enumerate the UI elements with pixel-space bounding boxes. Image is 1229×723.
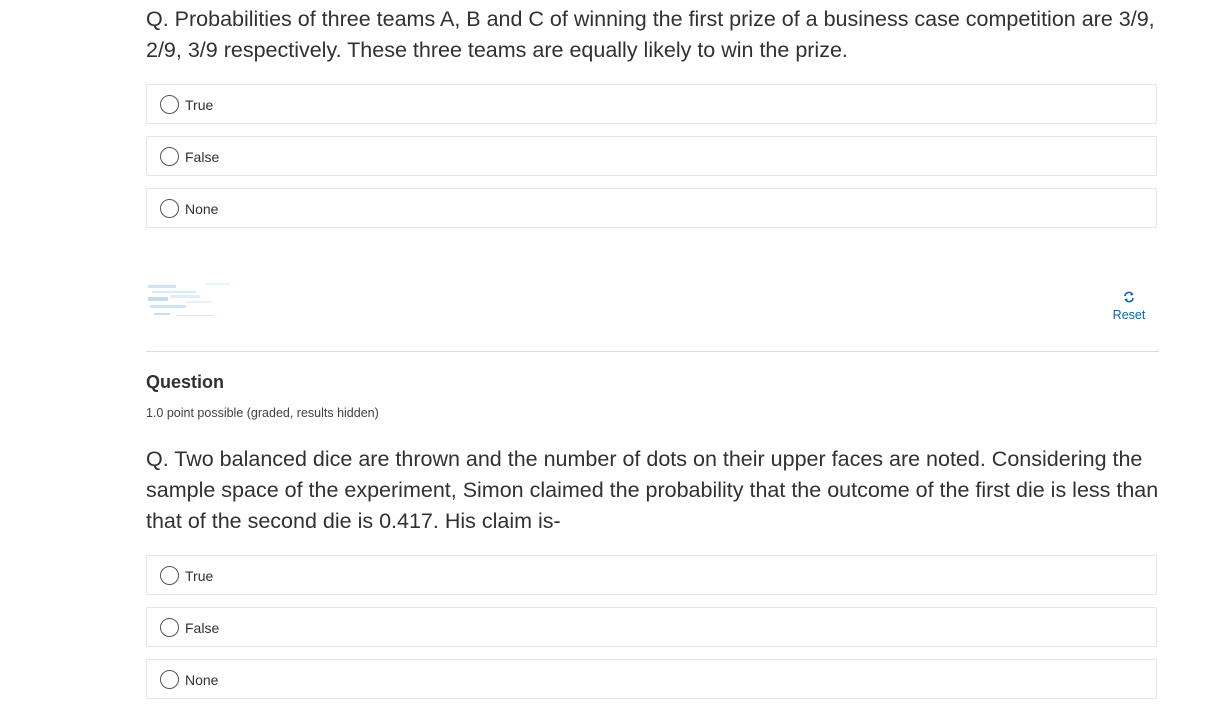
problem2-option-none[interactable]: None [146,659,1157,699]
section-divider [146,351,1159,352]
problem1-option-none[interactable]: None [146,188,1157,228]
option-label: False [185,149,220,165]
problem1-option-true[interactable]: True [146,84,1157,124]
radio-button[interactable] [160,566,179,585]
radio-button[interactable] [160,199,179,218]
option-label: True [185,97,214,113]
reset-label: Reset [1112,308,1146,322]
problem2-question-text: Q. Two balanced dice are thrown and the … [146,447,1159,533]
option-label: False [185,620,220,636]
option-label: None [185,672,219,688]
points-info: 1.0 point possible (graded, results hidd… [146,406,379,420]
option-label: True [185,568,214,584]
radio-button[interactable] [160,95,179,114]
radio-button[interactable] [160,618,179,637]
reset-button[interactable]: Reset [1107,291,1151,327]
refresh-icon [1124,291,1134,303]
blurred-logo [148,283,230,316]
radio-button[interactable] [160,147,179,166]
problem1-option-false[interactable]: False [146,136,1157,176]
problem2-option-true[interactable]: True [146,555,1157,595]
radio-button[interactable] [160,670,179,689]
problem2-option-false[interactable]: False [146,607,1157,647]
option-label: None [185,201,219,217]
question-heading: Question [146,372,225,392]
problem1-question-text: Q. Probabilities of three teams A, B and… [146,7,1155,62]
